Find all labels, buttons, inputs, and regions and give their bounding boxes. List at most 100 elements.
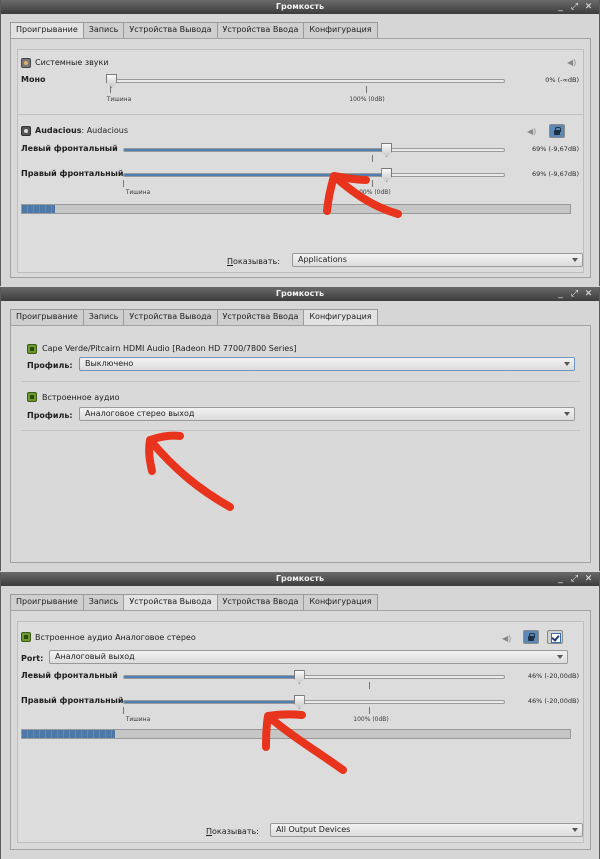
volume-window-configuration: Громкость _ ⤢ ✕ Проигрывание Запись Устр… (0, 287, 600, 571)
chevron-down-icon (572, 258, 578, 262)
tick-label-silence: Тишина (125, 716, 151, 723)
right-front-value: 46% (-20,00dB) (527, 697, 579, 705)
speaker-icon: ◀) (567, 58, 577, 67)
hdmi-profile-select[interactable]: Выключено (79, 357, 575, 371)
maximize-icon[interactable]: ⤢ (570, 572, 579, 586)
slider-fill (124, 676, 299, 678)
tab-input-devices[interactable]: Устройства Ввода (216, 22, 305, 38)
slider-thumb[interactable] (106, 74, 117, 88)
tab-playback[interactable]: Проигрывание (10, 22, 84, 39)
tab-output-devices[interactable]: Устройства Вывода (123, 594, 218, 611)
tab-output-devices[interactable]: Устройства Вывода (123, 309, 218, 325)
tab-configuration[interactable]: Конфигурация (303, 309, 378, 326)
output-devices-panel: Встроенное аудио Аналоговое стерео ◀) Po… (10, 610, 591, 850)
lock-channels-button[interactable] (523, 630, 539, 644)
slider-thumb[interactable] (293, 695, 305, 709)
right-front-value: 69% (-9,67dB) (532, 170, 579, 178)
tick-label-100: 100% (0dB) (349, 96, 385, 103)
tab-playback[interactable]: Проигрывание (10, 309, 84, 325)
tick-label-100: 100% (0dB) (353, 716, 389, 723)
peak-meter-fill (22, 205, 55, 213)
tick-label-silence: Тишина (106, 96, 132, 103)
system-sounds-slider[interactable] (106, 74, 505, 88)
tab-output-devices[interactable]: Устройства Вывода (123, 22, 218, 38)
left-front-slider[interactable] (123, 670, 505, 684)
show-filter-select[interactable]: All Output Devices (270, 823, 583, 837)
left-front-value: 46% (-20,00dB) (527, 672, 579, 680)
minimize-icon[interactable]: _ (556, 0, 565, 14)
left-front-value: 69% (-9,67dB) (532, 145, 579, 153)
builtin-profile-select[interactable]: Аналоговое стерео выход (79, 407, 575, 421)
speaker-icon: ◀) (502, 634, 512, 643)
close-icon[interactable]: ✕ (584, 572, 593, 586)
sound-card-icon (27, 344, 37, 354)
hdmi-profile-value: Выключено (85, 359, 134, 368)
left-front-label: Левый фронтальный (21, 144, 118, 153)
builtin-profile-value: Аналоговое стерео выход (85, 409, 195, 418)
tab-configuration[interactable]: Конфигурация (303, 594, 378, 610)
left-front-label: Левый фронтальный (21, 671, 118, 680)
profile-label: Профиль: (27, 361, 73, 370)
lock-channels-button[interactable] (549, 124, 565, 138)
device-name: Встроенное аудио Аналоговое стерео (35, 633, 196, 642)
left-front-slider[interactable] (123, 143, 505, 157)
tab-playback[interactable]: Проигрывание (10, 594, 84, 610)
show-label: Показывать: (227, 257, 280, 266)
slider-thumb[interactable] (293, 670, 305, 684)
tab-recording[interactable]: Запись (82, 309, 125, 325)
right-front-label: Правый фронтальный (21, 169, 124, 178)
show-filter-value: Applications (298, 255, 347, 264)
playback-panel: Системные звуки ◀) Моно 0% (-∞dB) Тишина… (10, 38, 591, 278)
close-icon[interactable]: ✕ (584, 0, 593, 14)
separator (21, 430, 580, 431)
peak-meter-fill (22, 730, 116, 738)
tick-mark (123, 180, 124, 187)
slider-thumb[interactable] (381, 168, 393, 182)
system-sounds-label: Системные звуки (35, 58, 109, 67)
port-value: Аналоговый выход (55, 652, 135, 661)
port-select[interactable]: Аналоговый выход (49, 650, 568, 664)
tab-input-devices[interactable]: Устройства Ввода (216, 594, 305, 610)
right-front-slider[interactable] (123, 695, 505, 709)
audacious-icon (21, 126, 31, 136)
separator (21, 381, 580, 382)
tab-recording[interactable]: Запись (82, 22, 125, 38)
slider-thumb[interactable] (381, 143, 393, 157)
port-label: Port: (21, 654, 44, 663)
right-front-slider[interactable] (123, 168, 505, 182)
configuration-panel: Cape Verde/Pitcairn HDMI Audio [Radeon H… (10, 325, 591, 563)
app-stream-name: Audacious (86, 126, 128, 135)
peak-meter (21, 204, 571, 214)
show-filter-value: All Output Devices (276, 825, 351, 834)
minimize-icon[interactable]: _ (556, 572, 565, 586)
slider-fill (124, 149, 387, 151)
tab-recording[interactable]: Запись (82, 594, 125, 610)
tick-mark (369, 682, 370, 689)
tick-mark (110, 86, 111, 93)
tab-input-devices[interactable]: Устройства Ввода (216, 309, 305, 325)
show-label: Показывать: (206, 827, 259, 836)
tab-configuration[interactable]: Конфигурация (303, 22, 378, 38)
window-title: Громкость (1, 572, 599, 586)
card-hdmi-name: Cape Verde/Pitcairn HDMI Audio [Radeon H… (42, 344, 297, 353)
show-filter-select[interactable]: Applications (292, 253, 583, 267)
minimize-icon[interactable]: _ (556, 287, 565, 301)
tick-label-100: 100% (0dB) (355, 189, 391, 196)
set-default-button[interactable] (547, 630, 563, 644)
close-icon[interactable]: ✕ (584, 287, 593, 301)
card-builtin-name: Встроенное аудио (42, 393, 120, 402)
tick-mark (369, 707, 370, 714)
separator (18, 114, 583, 115)
maximize-icon[interactable]: ⤢ (570, 0, 579, 14)
chevron-down-icon (557, 655, 563, 659)
volume-value: 0% (-∞dB) (545, 76, 579, 84)
slider-fill (124, 174, 387, 176)
sound-card-icon (21, 632, 31, 642)
maximize-icon[interactable]: ⤢ (570, 287, 579, 301)
profile-label: Профиль: (27, 411, 73, 420)
mono-channel-label: Моно (21, 75, 46, 84)
chevron-down-icon (564, 412, 570, 416)
right-front-label: Правый фронтальный (21, 696, 124, 705)
speaker-icon: ◀) (527, 127, 537, 136)
volume-window-output-devices: Громкость _ ⤢ ✕ Проигрывание Запись Устр… (0, 572, 600, 859)
